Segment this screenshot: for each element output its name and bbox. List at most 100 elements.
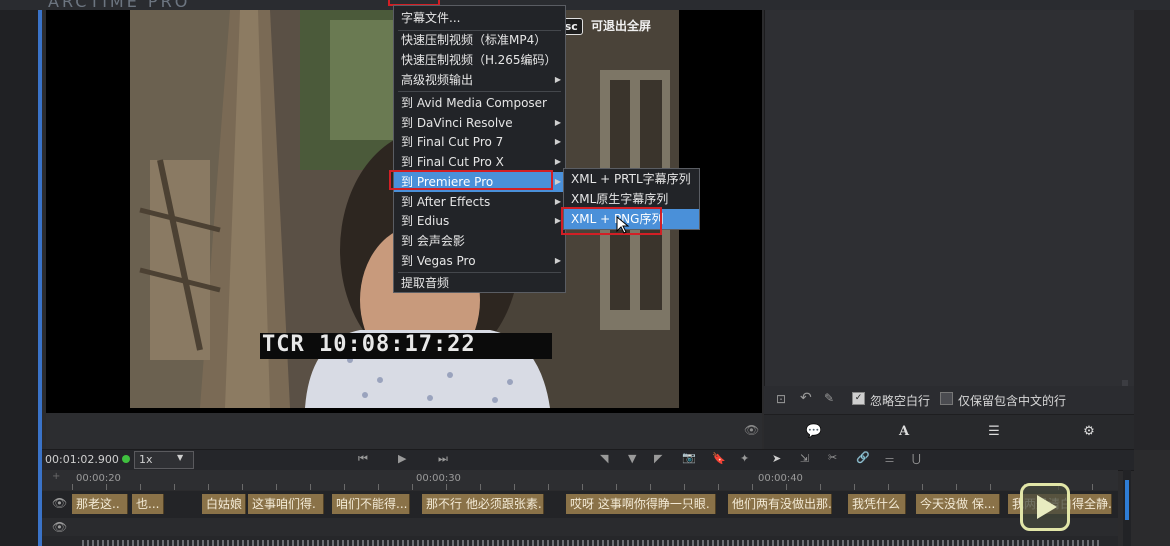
left-side-panel [0, 0, 38, 546]
export-menu: 字幕文件... 快速压制视频（标准MP4） 快速压制视频（H.265编码） 高级… [393, 5, 566, 293]
magnet-icon[interactable]: ⋃ [912, 452, 921, 465]
menu-item-vegas[interactable]: 到 Vegas Pro ▶ [394, 251, 565, 271]
menu-item-fcpx[interactable]: 到 Final Cut Pro X ▶ [394, 152, 565, 172]
audio-waveform-track[interactable] [42, 536, 1118, 546]
menu-item-quick-mp4[interactable]: 快速压制视频（标准MP4） [394, 30, 565, 50]
pencil-icon[interactable]: ✎ [824, 391, 834, 405]
magic-icon[interactable]: ✦ [740, 452, 749, 465]
submenu-arrow-icon: ▶ [554, 157, 561, 166]
right-scrollbar-area[interactable] [1122, 10, 1170, 450]
fullscreen-hint-suffix: 可退出全屏 [590, 19, 651, 33]
eye-icon[interactable]: 👁 [52, 496, 67, 510]
menu-item-label: 到 Final Cut Pro X [401, 155, 504, 169]
menu-item-edius[interactable]: 到 Edius ▶ [394, 211, 565, 231]
ruler-label: 00:00:30 [416, 473, 461, 484]
play-overlay-button[interactable] [1020, 483, 1070, 531]
menu-item-label: 高级视频输出 [401, 73, 474, 87]
camera-icon[interactable]: 📷 [682, 451, 696, 464]
subtitle-options-bar: ⊡ ↶ ✎ ✓ 忽略空白行 仅保留包含中文的行 [764, 386, 1134, 414]
menu-item-label: 快速压制视频（H.265编码） [401, 53, 557, 67]
bookmark-icon[interactable]: 🔖 [712, 452, 726, 465]
tab-text-style[interactable]: A [859, 415, 949, 449]
tab-settings[interactable]: ⚙ [1044, 415, 1134, 449]
gear-icon: ⚙ [1083, 424, 1095, 439]
eye-icon[interactable]: 👁 [52, 520, 67, 534]
ruler-label: 00:00:40 [758, 473, 803, 484]
subtitle-text-panel[interactable] [764, 10, 1135, 386]
play-icon[interactable]: ▶ [398, 452, 406, 465]
empty-track[interactable]: 👁 [42, 518, 1118, 536]
menu-item-label: 到 会声会影 [401, 234, 465, 248]
next-frame-icon[interactable]: ⏭ [438, 452, 448, 466]
premiere-highlight-box [389, 170, 553, 190]
subtitle-track[interactable]: 👁 那老这.. 也... 白姑娘 这事咱们得. 咱们不能得... 那不行 他必须… [42, 491, 1118, 518]
ignore-blank-label: 忽略空白行 [870, 394, 931, 408]
scissors-icon[interactable]: ✂ [828, 451, 837, 464]
tab-comment[interactable]: 💬 [769, 415, 859, 449]
menu-item-fcp7[interactable]: 到 Final Cut Pro 7 ▶ [394, 132, 565, 152]
submenu-item-xml-native[interactable]: XML原生字幕序列 [564, 189, 699, 209]
menu-item-advanced-video[interactable]: 高级视频输出 ▶ [394, 70, 565, 90]
keep-chinese-label: 仅保留包含中文的行 [958, 394, 1067, 408]
menu-item-label: 提取音频 [401, 276, 450, 290]
marker-out-icon[interactable]: ◤ [654, 452, 662, 465]
timeline-ruler[interactable]: + 00:00:20 00:00:30 00:00:40 [42, 470, 1118, 490]
keep-chinese-checkbox[interactable] [940, 392, 953, 405]
speech-bubble-icon: 💬 [805, 424, 823, 439]
status-dot [122, 455, 130, 463]
menu-item-label: 字幕文件... [401, 11, 461, 25]
subtitle-clip[interactable]: 那老这.. [72, 494, 128, 514]
menu-item-extract-audio[interactable]: 提取音频 [394, 273, 565, 293]
menu-item-label: XML + PRTL字幕序列 [571, 172, 691, 186]
speed-value: 1x [139, 453, 153, 466]
menu-item-label: 到 Avid Media Composer [401, 96, 547, 110]
speed-select[interactable]: 1x ▼ [134, 451, 194, 469]
menu-item-avid[interactable]: 到 Avid Media Composer [394, 93, 565, 113]
subtitle-clip[interactable]: 今天没做 保... [916, 494, 1000, 514]
mouse-cursor-icon [616, 216, 630, 234]
menu-item-label: 快速压制视频（标准MP4） [401, 33, 547, 47]
subtitle-clip[interactable]: 也... [132, 494, 164, 514]
level-meter [1123, 470, 1131, 546]
timecode-overlay: TCR 10:08:17:22 [262, 332, 476, 357]
subtitle-clip[interactable]: 我凭什么 [848, 494, 906, 514]
submenu-item-xml-prtl[interactable]: XML + PRTL字幕序列 [564, 169, 699, 189]
menu-item-label: 到 DaVinci Resolve [401, 116, 513, 130]
chevron-down-icon: ▼ [177, 453, 184, 462]
split-icon[interactable]: ⇲ [800, 452, 809, 465]
link-icon[interactable]: 🔗 [856, 451, 870, 464]
menu-item-davinci[interactable]: 到 DaVinci Resolve ▶ [394, 113, 565, 133]
menu-item-label: XML原生字幕序列 [571, 192, 669, 206]
prev-frame-icon[interactable]: ⏮ [358, 452, 368, 466]
select-icon[interactable]: ⊡ [776, 392, 786, 406]
menu-separator [398, 91, 561, 92]
marker-in-icon[interactable]: ◥ [600, 452, 608, 465]
add-track-icon[interactable]: + [52, 471, 60, 482]
eye-icon[interactable]: 👁 [744, 423, 759, 437]
menu-item-huishengying[interactable]: 到 会声会影 [394, 231, 565, 251]
ignore-blank-checkbox[interactable]: ✓ [852, 392, 865, 405]
right-panel-tabs: 💬 A ☰ ⚙ [764, 414, 1134, 449]
top-bar: ARCTIME PRO [0, 0, 1170, 11]
subtitle-clip[interactable]: 他们两有没做出那. [728, 494, 832, 514]
submenu-arrow-icon: ▶ [554, 75, 561, 84]
subtitle-clip[interactable]: 咱们不能得... [332, 494, 410, 514]
audio-waveform [82, 540, 1102, 546]
subtitle-clip[interactable]: 哎呀 这事啊你得睁一只眼. [566, 494, 716, 514]
png-highlight-box [561, 207, 662, 235]
menu-item-subtitle-file[interactable]: 字幕文件... [394, 8, 565, 28]
menu-item-after-effects[interactable]: 到 After Effects ▶ [394, 192, 565, 212]
tab-list[interactable]: ☰ [949, 415, 1039, 449]
subtitle-clip[interactable]: 白姑娘 [202, 494, 246, 514]
menu-item-quick-h265[interactable]: 快速压制视频（H.265编码） [394, 50, 565, 70]
cursor-tool-icon[interactable]: ➤ [772, 452, 781, 465]
equal-icon[interactable]: ＝ [884, 452, 895, 468]
font-icon: A [898, 424, 910, 439]
menu-item-label: 到 After Effects [401, 195, 491, 209]
marker-down-icon[interactable]: ▼ [628, 452, 636, 465]
menu-item-label: 到 Vegas Pro [401, 254, 476, 268]
subtitle-clip[interactable]: 那不行 他必须跟张素. [422, 494, 544, 514]
menu-item-label: 到 Edius [401, 214, 450, 228]
subtitle-clip[interactable]: 这事咱们得. [248, 494, 324, 514]
undo-icon[interactable]: ↶ [800, 390, 812, 406]
